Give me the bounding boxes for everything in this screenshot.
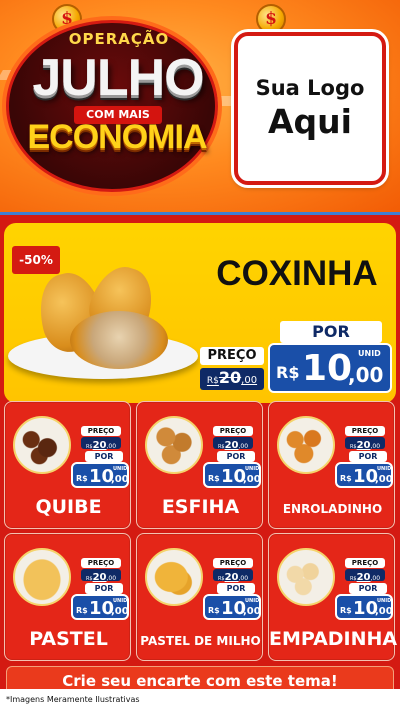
new-price: R$ 10,00 UNID — [203, 594, 261, 620]
por-label: POR — [349, 583, 387, 594]
por-label: POR — [85, 583, 123, 594]
discount-badge: -50% — [12, 246, 60, 274]
por-label: POR — [85, 451, 123, 462]
por-label: POR — [349, 451, 387, 462]
featured-title: COXINHA — [216, 254, 378, 293]
logo-line1: Sua Logo — [255, 76, 365, 100]
product-card[interactable]: PREÇO R$20,00 POR R$ 10,00 UNID ENROLADINHO — [268, 401, 395, 529]
logo-line2: Aqui — [268, 102, 352, 141]
product-card[interactable]: PREÇO R$20,00 POR R$ 10,00 UNID PASTEL — [4, 533, 131, 661]
old-price: R$20,00 — [213, 437, 253, 451]
product-card[interactable]: PREÇO R$20,00 POR R$ 10,00 UNID PASTEL DE MILH… — [136, 533, 263, 661]
old-price: R$20,00 — [345, 437, 385, 451]
product-card[interactable]: PREÇO R$20,00 POR R$ 10,00 UNID ESFIHA — [136, 401, 263, 529]
product-name: PASTEL DE MILHO — [140, 634, 261, 648]
old-price: R$20,00 — [213, 569, 253, 583]
old-price: R$20,00 — [345, 569, 385, 583]
new-price: R$ 10,00 UNID — [71, 462, 129, 488]
product-image — [145, 416, 203, 474]
product-image — [277, 548, 335, 606]
new-price: R$ 10,00 UNID — [203, 462, 261, 488]
product-image — [277, 416, 335, 474]
featured-product[interactable]: -50% COXINHA PREÇO R$20,00 POR R$ 10 ,00… — [4, 223, 396, 403]
product-card[interactable]: PREÇO R$20,00 POR R$ 10,00 UNID EMPADINHA — [268, 533, 398, 661]
new-price: R$ 10,00 UNID — [71, 594, 129, 620]
old-price: R$20,00 — [81, 569, 121, 583]
new-price: R$ 10,00 UNID — [335, 594, 393, 620]
disclaimer: *Imagens Meramente Ilustrativas — [0, 689, 400, 711]
product-image — [145, 548, 203, 606]
product-name: EMPADINHA — [269, 628, 398, 650]
new-price: R$ 10 ,00 UNID — [268, 343, 392, 393]
product-name: QUIBE — [35, 496, 102, 518]
por-label: POR — [280, 321, 382, 343]
campaign-top-text: OPERAÇÃO — [68, 30, 170, 48]
main-panel: -50% COXINHA PREÇO R$20,00 POR R$ 10 ,00… — [0, 212, 400, 711]
product-name: PASTEL — [29, 628, 108, 650]
logo-placeholder[interactable]: Sua Logo Aqui — [234, 32, 386, 185]
product-image — [13, 548, 71, 606]
coin-icon: $ — [256, 4, 286, 34]
new-price: R$ 10,00 UNID — [335, 462, 393, 488]
product-name: ESFIHA — [161, 496, 240, 518]
por-label: POR — [217, 451, 255, 462]
product-name: ENROLADINHO — [282, 502, 383, 516]
old-price: R$20,00 — [81, 437, 121, 451]
campaign-bottom-text: ECONOMIA — [27, 118, 208, 156]
old-price-label: PREÇO — [200, 347, 264, 365]
header-banner: $ $ OPERAÇÃO JULHO COM MAIS ECONOMIA Sua… — [0, 0, 400, 212]
coxinha-cut-image — [70, 311, 168, 369]
campaign-main-text: JULHO — [32, 49, 204, 107]
por-label: POR — [217, 583, 255, 594]
old-price: R$20,00 — [200, 368, 264, 390]
product-image — [13, 416, 71, 474]
product-card[interactable]: PREÇO R$20,00 POR R$ 10,00 UNID QUIBE — [4, 401, 131, 529]
